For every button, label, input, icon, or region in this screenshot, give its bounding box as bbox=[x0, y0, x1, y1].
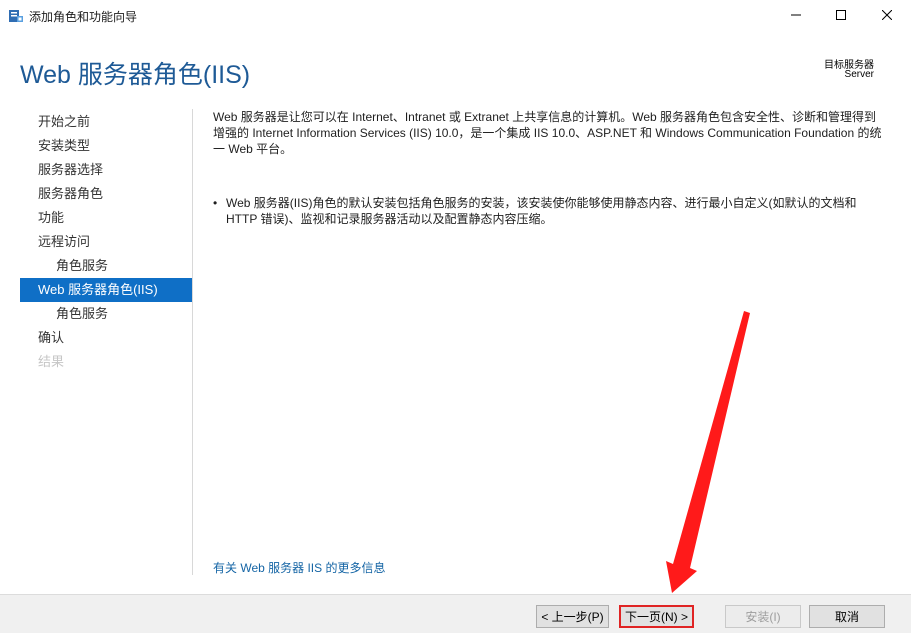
footer-bar: < 上一步(P) 下一页(N) > 安装(I) 取消 bbox=[0, 594, 911, 633]
bullet-text: Web 服务器(IIS)角色的默认安装包括角色服务的安装，该安装使你能够使用静态… bbox=[226, 196, 857, 226]
nav-item-server-roles[interactable]: 服务器角色 bbox=[20, 182, 192, 206]
nav-item-web-server-role-services[interactable]: 角色服务 bbox=[20, 302, 192, 326]
previous-button[interactable]: < 上一步(P) bbox=[536, 605, 609, 628]
install-button: 安装(I) bbox=[725, 605, 801, 628]
nav-item-results: 结果 bbox=[38, 354, 65, 369]
nav-item-installation-type[interactable]: 安装类型 bbox=[20, 134, 192, 158]
close-button[interactable] bbox=[864, 0, 910, 31]
title-bar: 添加角色和功能向导 bbox=[0, 0, 911, 31]
nav-item-web-server-role[interactable]: Web 服务器角色(IIS) bbox=[20, 278, 192, 302]
maximize-icon bbox=[836, 7, 846, 25]
nav-item-server-selection[interactable]: 服务器选择 bbox=[20, 158, 192, 182]
nav-item-features[interactable]: 功能 bbox=[20, 206, 192, 230]
minimize-button[interactable] bbox=[773, 0, 819, 31]
wizard-steps-nav: 开始之前 安装类型 服务器选择 服务器角色 功能 远程访问 角色服务 Web 服… bbox=[20, 110, 192, 374]
nav-item-confirmation[interactable]: 确认 bbox=[20, 326, 192, 350]
main-content: Web 服务器是让您可以在 Internet、Intranet 或 Extran… bbox=[213, 109, 885, 227]
nav-item-remote-access[interactable]: 远程访问 bbox=[20, 230, 192, 254]
nav-item-remote-access-role-services[interactable]: 角色服务 bbox=[20, 254, 192, 278]
arrow-shape bbox=[666, 311, 750, 593]
close-icon bbox=[881, 7, 893, 25]
bullet-symbol: • bbox=[213, 196, 218, 210]
target-server-value: Server bbox=[844, 69, 874, 80]
more-info-link[interactable]: 有关 Web 服务器 IIS 的更多信息 bbox=[213, 559, 385, 576]
cancel-button[interactable]: 取消 bbox=[809, 605, 885, 628]
bullet-list: • Web 服务器(IIS)角色的默认安装包括角色服务的安装，该安装使你能够使用… bbox=[213, 195, 885, 227]
maximize-button[interactable] bbox=[818, 0, 864, 31]
minimize-icon bbox=[791, 7, 801, 25]
role-description: Web 服务器是让您可以在 Internet、Intranet 或 Extran… bbox=[213, 110, 882, 156]
list-item: • Web 服务器(IIS)角色的默认安装包括角色服务的安装，该安装使你能够使用… bbox=[213, 195, 885, 227]
nav-divider bbox=[192, 109, 193, 575]
page-title: Web 服务器角色(IIS) bbox=[20, 61, 251, 89]
nav-item-before-you-begin[interactable]: 开始之前 bbox=[20, 110, 192, 134]
window-title: 添加角色和功能向导 bbox=[29, 10, 138, 24]
server-manager-icon bbox=[8, 8, 24, 24]
next-button[interactable]: 下一页(N) > bbox=[619, 605, 694, 628]
